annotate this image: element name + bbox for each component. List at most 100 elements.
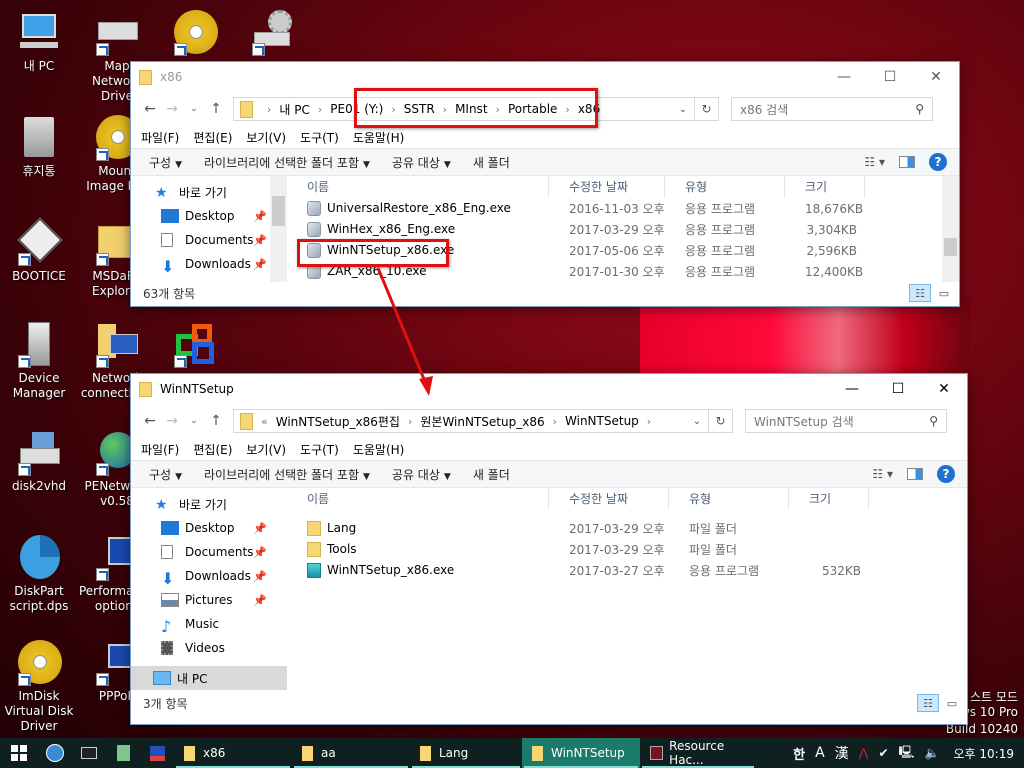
nav-item-downloads[interactable]: ⬇ Downloads 📌 bbox=[131, 252, 287, 276]
file-row[interactable]: WinNTSetup_x86.exe 2017-03-27 오후 7:... 응… bbox=[287, 560, 967, 581]
new-folder-button[interactable]: 새 폴더 bbox=[473, 154, 510, 171]
nav-scrollbar[interactable] bbox=[270, 176, 287, 282]
share-with-button[interactable]: 공유 대상 ▼ bbox=[392, 154, 451, 171]
menu-tools[interactable]: 도구(T) bbox=[300, 441, 339, 458]
maximize-button[interactable]: ☐ bbox=[875, 374, 921, 404]
ime-hangul-button[interactable]: 한 bbox=[793, 744, 805, 763]
share-with-button[interactable]: 공유 대상 ▼ bbox=[392, 466, 451, 483]
organize-button[interactable]: 구성 ▼ bbox=[149, 154, 182, 171]
nav-item-music[interactable]: ♪ Music bbox=[131, 612, 287, 636]
include-in-library-button[interactable]: 라이브러리에 선택한 폴더 포함 ▼ bbox=[204, 466, 370, 483]
column-size[interactable]: 크기 bbox=[789, 488, 869, 510]
taskbar-pin-app[interactable] bbox=[38, 738, 72, 768]
desktop-icon-bootice[interactable]: BOOTICE bbox=[0, 217, 78, 284]
search-input[interactable]: x86 검색 ⚲ bbox=[731, 97, 933, 121]
taskbar-pin-save[interactable] bbox=[140, 738, 174, 768]
menu-help[interactable]: 도움말(H) bbox=[353, 129, 405, 146]
file-row[interactable]: Lang 2017-03-29 오후 1:... 파일 폴더 bbox=[287, 518, 967, 539]
change-view-button[interactable]: ☷ ▾ bbox=[864, 155, 885, 169]
start-button[interactable] bbox=[0, 738, 38, 768]
taskbar-task-x86[interactable]: x86 bbox=[174, 738, 292, 768]
nav-item-quick-access[interactable]: ★ 바로 가기 bbox=[131, 180, 287, 204]
menu-file[interactable]: 파일(F) bbox=[141, 441, 179, 458]
ime-alpha-button[interactable]: A bbox=[815, 745, 825, 761]
desktop-icon-diskpart-script[interactable]: DiskPart script.dps bbox=[0, 535, 78, 614]
title-bar[interactable]: WinNTSetup — ☐ ✕ bbox=[131, 374, 967, 404]
taskbar-pin-notepad[interactable] bbox=[106, 738, 140, 768]
breadcrumb-item[interactable]: 내 PC bbox=[279, 101, 309, 118]
large-icons-view-button[interactable]: ▭ bbox=[941, 694, 963, 712]
address-bar[interactable]: «WinNTSetup_x86편집 › 원본WinNTSetup_x86 › Win… bbox=[233, 409, 733, 433]
nav-item-documents[interactable]: Documents 📌 bbox=[131, 540, 287, 564]
maximize-button[interactable]: ☐ bbox=[867, 62, 913, 92]
file-list-scrollbar[interactable] bbox=[942, 176, 959, 282]
column-name[interactable]: 이름 bbox=[287, 176, 549, 198]
taskbar-task-resource-hacker[interactable]: Resource Hac... bbox=[640, 738, 756, 768]
minimize-button[interactable]: — bbox=[829, 374, 875, 404]
address-dropdown-button[interactable]: ⌄ bbox=[672, 104, 694, 115]
desktop-icon-my-pc[interactable]: 내 PC bbox=[0, 10, 78, 74]
desktop-icon-recycle-bin[interactable]: 휴지통 bbox=[0, 115, 78, 179]
menu-help[interactable]: 도움말(H) bbox=[353, 441, 405, 458]
explorer-window-winntsetup[interactable]: WinNTSetup — ☐ ✕ ← → ⌄ ↑ «WinNTSetup_x86… bbox=[130, 373, 968, 725]
desktop-icon-disk2vhd[interactable]: disk2vhd bbox=[0, 430, 78, 494]
column-type[interactable]: 유형 bbox=[669, 488, 789, 510]
taskbar-task-aa[interactable]: aa bbox=[292, 738, 410, 768]
recent-locations-button[interactable]: ⌄ bbox=[183, 104, 205, 114]
menu-view[interactable]: 보기(V) bbox=[246, 441, 286, 458]
breadcrumb-item[interactable]: WinNTSetup bbox=[565, 414, 639, 428]
breadcrumb-item[interactable]: WinNTSetup_x86편집 bbox=[276, 413, 400, 430]
taskbar-task-lang[interactable]: Lang bbox=[410, 738, 522, 768]
nav-item-downloads[interactable]: ⬇ Downloads 📌 bbox=[131, 564, 287, 588]
taskbar-pin-cmd[interactable] bbox=[72, 738, 106, 768]
desktop-icon-device-manager[interactable]: Device Manager bbox=[0, 322, 78, 401]
network-status-icon[interactable]: 🖳 bbox=[899, 743, 915, 764]
tray-app-icon[interactable]: ⋀ bbox=[859, 746, 869, 760]
new-folder-button[interactable]: 새 폴더 bbox=[473, 466, 510, 483]
refresh-button[interactable]: ↻ bbox=[694, 98, 718, 120]
preview-pane-button[interactable] bbox=[899, 156, 915, 168]
menu-edit[interactable]: 편집(E) bbox=[193, 129, 232, 146]
column-size[interactable]: 크기 bbox=[785, 176, 865, 198]
desktop-icon-disc[interactable] bbox=[156, 10, 234, 59]
ime-hanja-button[interactable]: 漢 bbox=[835, 743, 849, 763]
nav-item-this-pc[interactable]: 내 PC bbox=[131, 666, 287, 690]
menu-tools[interactable]: 도구(T) bbox=[300, 129, 339, 146]
desktop-icon-drive-settings[interactable] bbox=[234, 10, 312, 59]
details-view-button[interactable]: ☷ bbox=[917, 694, 939, 712]
menu-edit[interactable]: 편집(E) bbox=[193, 441, 232, 458]
file-row[interactable]: WinHex_x86_Eng.exe 2017-03-29 오후 3:... 응… bbox=[287, 219, 959, 240]
column-type[interactable]: 유형 bbox=[665, 176, 785, 198]
back-button[interactable]: ← bbox=[139, 413, 161, 429]
column-date[interactable]: 수정한 날짜 bbox=[549, 488, 669, 510]
nav-item-quick-access[interactable]: ★ 바로 가기 bbox=[131, 492, 287, 516]
volume-icon[interactable]: 🔈 bbox=[925, 746, 940, 760]
menu-view[interactable]: 보기(V) bbox=[246, 129, 286, 146]
nav-item-pictures[interactable]: Pictures 📌 bbox=[131, 588, 287, 612]
column-name[interactable]: 이름 bbox=[287, 488, 549, 510]
help-icon[interactable]: ? bbox=[937, 465, 955, 483]
forward-button[interactable]: → bbox=[161, 413, 183, 429]
forward-button[interactable]: → bbox=[161, 101, 183, 117]
nav-item-videos[interactable]: Videos bbox=[131, 636, 287, 660]
include-in-library-button[interactable]: 라이브러리에 선택한 폴더 포함 ▼ bbox=[204, 154, 370, 171]
column-date[interactable]: 수정한 날짜 bbox=[549, 176, 665, 198]
change-view-button[interactable]: ☷ ▾ bbox=[872, 467, 893, 481]
preview-pane-button[interactable] bbox=[907, 468, 923, 480]
search-input[interactable]: WinNTSetup 검색 ⚲ bbox=[745, 409, 947, 433]
close-button[interactable]: ✕ bbox=[921, 374, 967, 404]
up-button[interactable]: ↑ bbox=[205, 101, 227, 117]
recent-locations-button[interactable]: ⌄ bbox=[183, 416, 205, 426]
nav-item-desktop[interactable]: Desktop 📌 bbox=[131, 516, 287, 540]
close-button[interactable]: ✕ bbox=[913, 62, 959, 92]
taskbar-task-winntsetup[interactable]: WinNTSetup bbox=[522, 738, 640, 768]
help-icon[interactable]: ? bbox=[929, 153, 947, 171]
up-button[interactable]: ↑ bbox=[205, 413, 227, 429]
nav-item-documents[interactable]: Documents 📌 bbox=[131, 228, 287, 252]
refresh-button[interactable]: ↻ bbox=[708, 410, 732, 432]
file-row[interactable]: Tools 2017-03-29 오후 1:... 파일 폴더 bbox=[287, 539, 967, 560]
breadcrumb-item[interactable]: 원본WinNTSetup_x86 bbox=[420, 413, 544, 430]
minimize-button[interactable]: — bbox=[821, 62, 867, 92]
large-icons-view-button[interactable]: ▭ bbox=[933, 284, 955, 302]
clock[interactable]: 오후 10:19 bbox=[954, 745, 1014, 762]
